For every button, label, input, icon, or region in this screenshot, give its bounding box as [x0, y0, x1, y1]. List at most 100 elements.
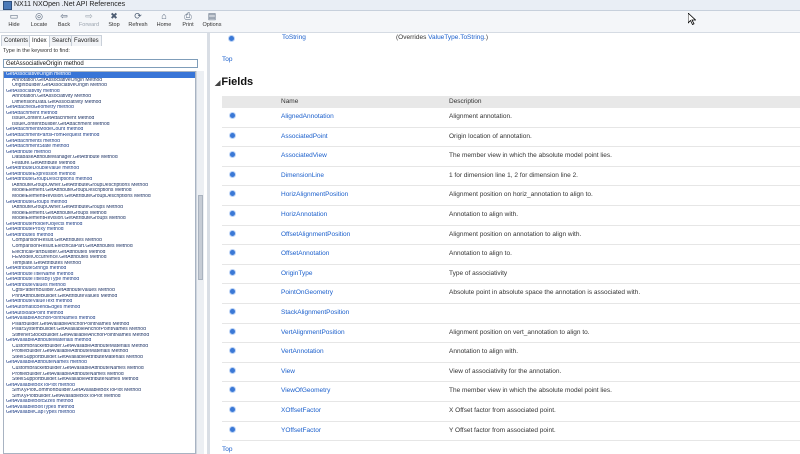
- field-name-link[interactable]: VertAlignmentPosition: [281, 328, 345, 338]
- valuetype-tostring-link[interactable]: ValueType.ToString: [428, 34, 484, 41]
- tostring-description: (Overrides ValueType.ToString.): [396, 34, 488, 41]
- field-description: The member view in which the absolute mo…: [449, 152, 612, 160]
- field-icon: [230, 406, 235, 412]
- collapse-triangle-icon[interactable]: ◢: [215, 80, 220, 87]
- field-description: Annotation to align with.: [449, 210, 519, 218]
- table-row: OffsetAnnotation Annotation to align to.: [222, 245, 800, 265]
- field-description: X Offset factor from associated point.: [449, 406, 556, 414]
- table-row: YOffsetFactor Y Offset factor from associ…: [222, 422, 800, 442]
- back-arrow-icon: ⇦: [60, 11, 68, 21]
- hide-icon: ▭: [9, 11, 19, 21]
- field-name-link[interactable]: OriginType: [281, 269, 312, 279]
- list-item[interactable]: GetAvailableCapTypes method: [4, 410, 195, 416]
- navigation-pane: Contents Index Search Favorites Type in …: [0, 33, 210, 454]
- tostring-link[interactable]: ToString: [282, 34, 306, 41]
- fields-section-header[interactable]: ◢Fields: [215, 76, 253, 88]
- field-name-link[interactable]: AssociatedView: [281, 151, 327, 161]
- field-icon: [230, 308, 235, 314]
- table-row: AlignedAnnotation Alignment annotation.: [222, 108, 800, 128]
- field-name-link[interactable]: AssociatedPoint: [281, 132, 328, 142]
- field-name-link[interactable]: ViewOfGeometry: [281, 386, 330, 396]
- print-button-label: Print: [182, 22, 194, 28]
- table-row: AssociatedPoint Origin location of annota…: [222, 128, 800, 148]
- forward-arrow-icon: ⇨: [85, 11, 93, 21]
- options-icon: ▤: [207, 11, 217, 21]
- back-button[interactable]: ⇦ Back: [52, 12, 76, 32]
- name-column-header: Name: [281, 98, 299, 105]
- refresh-button-label: Refresh: [128, 22, 148, 28]
- field-icon: [230, 132, 235, 138]
- keyword-input[interactable]: GetAssociativeOrigin method: [3, 59, 198, 68]
- field-description: Alignment position on annotation to alig…: [449, 230, 582, 238]
- table-row: DimensionLine 1 for dimension line 1, 2 f…: [222, 167, 800, 187]
- field-icon: [230, 328, 235, 334]
- table-row: HorizAlignmentPosition Alignment position…: [222, 186, 800, 206]
- tab-index[interactable]: Index: [29, 35, 50, 47]
- field-icon: [230, 348, 235, 354]
- field-icon: [230, 113, 235, 118]
- field-icon: [230, 250, 235, 256]
- locate-button[interactable]: ◎ Locate: [27, 12, 51, 32]
- hide-button[interactable]: ▭ Hide: [2, 12, 26, 32]
- field-name-link[interactable]: View: [281, 367, 295, 377]
- title-bar: NX11 NXOpen .Net API References: [0, 0, 800, 11]
- table-row: OriginType Type of associativity: [222, 265, 800, 285]
- print-button[interactable]: ⎙ Print: [176, 12, 200, 32]
- field-name-link[interactable]: OffsetAlignmentPosition: [281, 230, 350, 240]
- field-name-link[interactable]: AlignedAnnotation: [281, 112, 334, 122]
- field-description: Type of associativity: [449, 269, 508, 277]
- bottom-top-link[interactable]: Top: [222, 446, 232, 453]
- field-icon: [230, 171, 235, 177]
- stop-button[interactable]: ✖ Stop: [102, 12, 126, 32]
- field-icon: [230, 387, 235, 393]
- index-list[interactable]: GetAssociativeOrigin method Annotation.Ge…: [3, 71, 196, 454]
- field-description: 1 for dimension line 1, 2 for dimension …: [449, 171, 578, 179]
- table-row: OffsetAlignmentPosition Alignment positio…: [222, 226, 800, 246]
- locate-icon: ◎: [35, 11, 43, 21]
- table-row: View View of associativity for the annota…: [222, 363, 800, 383]
- table-row: VertAlignmentPosition Alignment position …: [222, 324, 800, 344]
- field-description: Absolute point in absolute space the ann…: [449, 289, 641, 297]
- field-description: Alignment position on horiz_annotation t…: [449, 191, 593, 199]
- field-name-link[interactable]: XOffsetFactor: [281, 406, 321, 416]
- field-description: Alignment position on vert_annotation to…: [449, 328, 590, 336]
- hide-button-label: Hide: [8, 22, 20, 28]
- options-button[interactable]: ▤ Options: [200, 12, 224, 32]
- table-header: Name Description: [222, 96, 800, 108]
- field-name-link[interactable]: YOffsetFactor: [281, 426, 321, 436]
- field-icon: [230, 191, 235, 197]
- mouse-cursor-icon: [688, 13, 696, 25]
- field-name-link[interactable]: PointOnGeometry: [281, 288, 333, 298]
- overrides-prefix: (Overrides: [396, 34, 429, 41]
- top-link[interactable]: Top: [222, 56, 232, 63]
- field-name-link[interactable]: VertAnnotation: [281, 347, 324, 357]
- field-icon: [230, 210, 235, 216]
- tab-contents[interactable]: Contents: [1, 35, 32, 46]
- field-description: The member view in which the absolute mo…: [449, 387, 612, 395]
- fields-title: Fields: [221, 76, 254, 88]
- description-column-header: Description: [449, 98, 482, 105]
- scrollbar-thumb[interactable]: [198, 195, 203, 280]
- table-row: VertAnnotation Annotation to align with.: [222, 343, 800, 363]
- table-row: AssociatedView The member view in which t…: [222, 147, 800, 167]
- table-row: HorizAnnotation Annotation to align with.: [222, 206, 800, 226]
- field-icon: [230, 230, 235, 236]
- home-button-label: Home: [156, 22, 172, 28]
- refresh-button[interactable]: ⟳ Refresh: [126, 12, 150, 32]
- field-name-link[interactable]: OffsetAnnotation: [281, 249, 329, 259]
- home-button[interactable]: ⌂ Home: [152, 12, 176, 32]
- back-button-label: Back: [57, 22, 71, 28]
- window-title: NX11 NXOpen .Net API References: [14, 1, 126, 8]
- index-list-scrollbar[interactable]: [196, 71, 204, 454]
- locate-button-label: Locate: [30, 22, 48, 28]
- field-name-link[interactable]: DimensionLine: [281, 171, 324, 181]
- field-name-link[interactable]: HorizAlignmentPosition: [281, 190, 348, 200]
- stop-icon: ✖: [110, 11, 118, 21]
- options-button-label: Options: [202, 22, 222, 28]
- content-pane: ToString (Overrides ValueType.ToString.)…: [210, 33, 800, 454]
- field-name-link[interactable]: HorizAnnotation: [281, 210, 327, 220]
- field-description: View of associativity for the annotation…: [449, 367, 562, 375]
- field-name-link[interactable]: StackAlignmentPosition: [281, 308, 349, 318]
- tab-favorites[interactable]: Favorites: [71, 35, 102, 46]
- forward-button[interactable]: ⇨ Forward: [77, 12, 101, 32]
